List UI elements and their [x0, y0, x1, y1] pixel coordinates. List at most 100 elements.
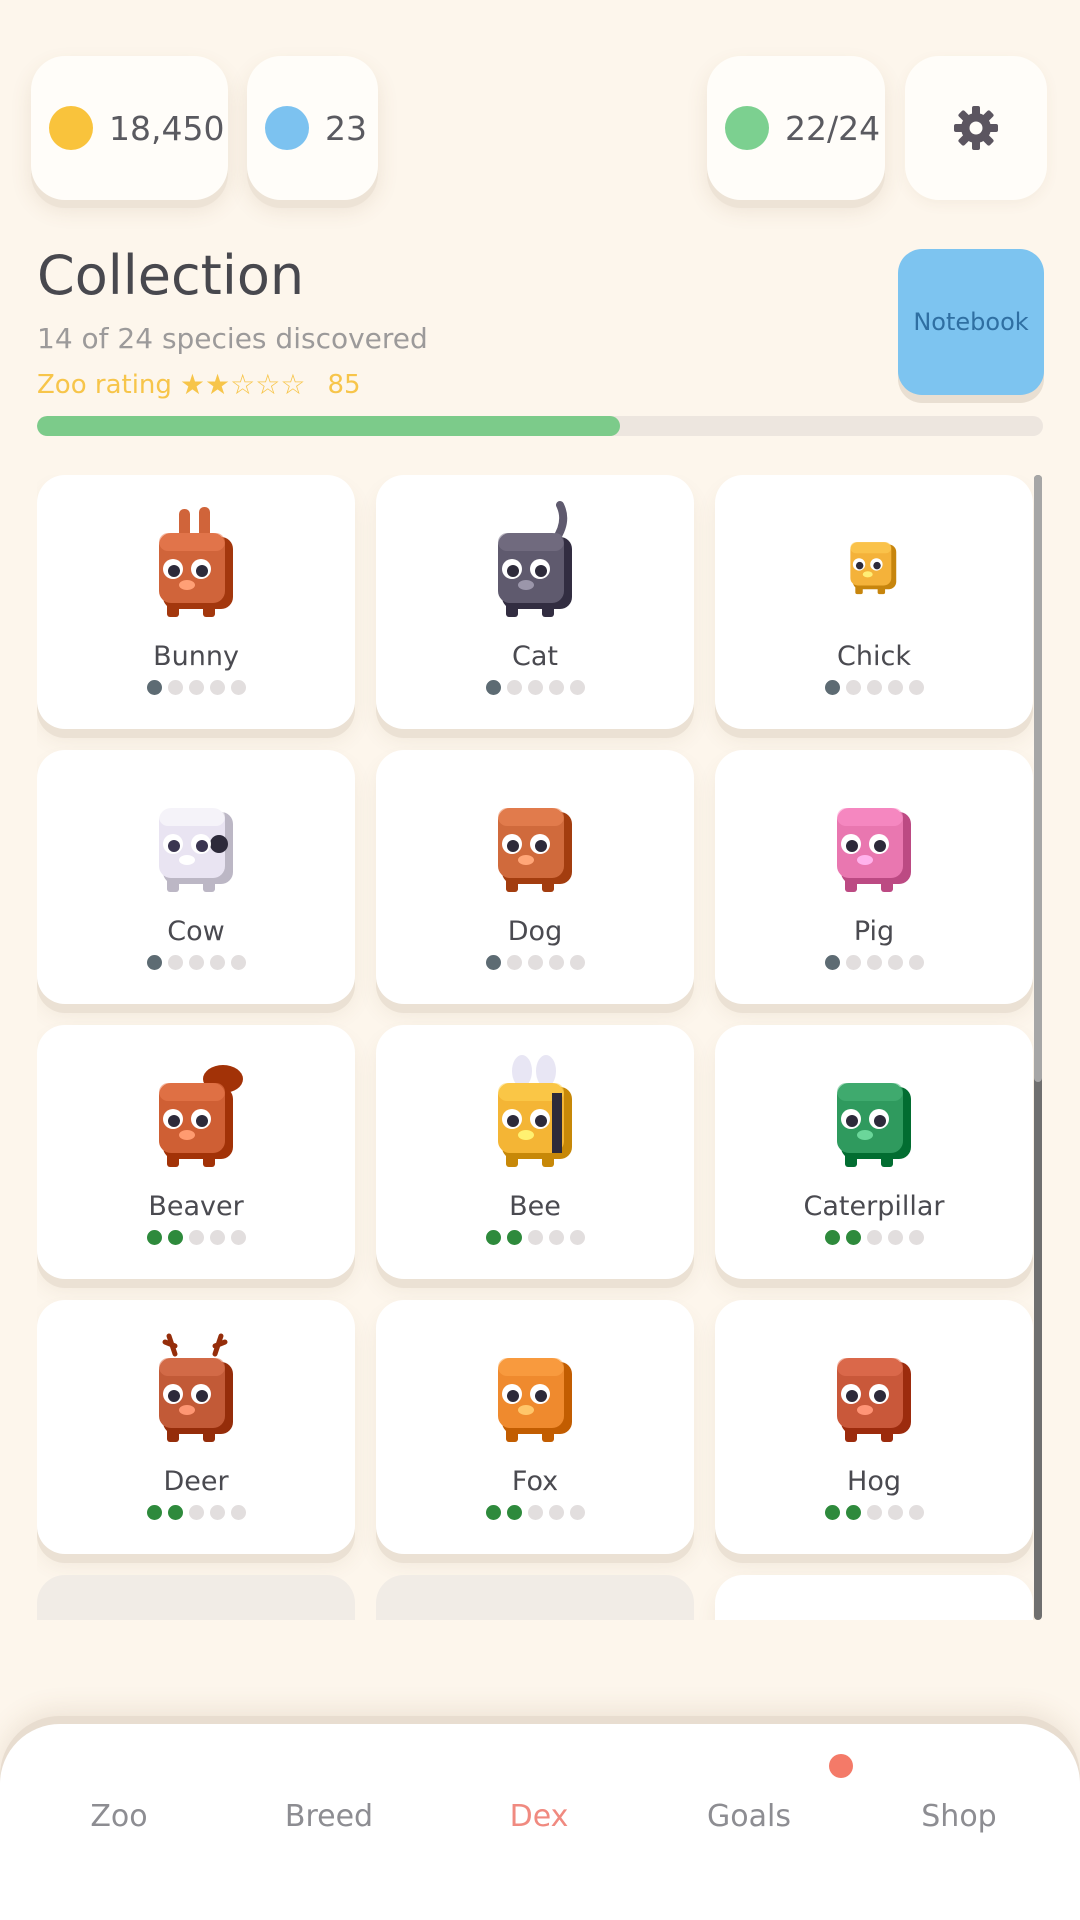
dog-icon	[498, 808, 572, 892]
level-dot	[527, 1505, 543, 1520]
level-dot	[230, 1505, 246, 1520]
level-dot	[569, 1505, 585, 1520]
animal-card[interactable]: Hog	[715, 1300, 1033, 1554]
bunny-icon	[159, 507, 233, 617]
grid-scrollbar-thumb[interactable]	[1034, 475, 1042, 1082]
population-value: 22/24	[785, 108, 881, 148]
animal-name: Beaver	[148, 1191, 244, 1222]
animal-name: Fox	[511, 1466, 559, 1497]
animal-card[interactable]: Cat	[376, 475, 694, 729]
gem-icon	[265, 106, 309, 150]
level-dot	[824, 1505, 840, 1520]
level-dot	[845, 1230, 861, 1245]
tab-breed[interactable]: Breed	[249, 1799, 409, 1834]
population-counter[interactable]: 22/24	[707, 56, 885, 200]
level-dot	[548, 680, 564, 695]
animal-card[interactable]: Bunny	[37, 475, 355, 729]
level-dot	[209, 955, 225, 970]
level-dot	[527, 1230, 543, 1245]
level-dot	[908, 680, 924, 695]
level-dot	[230, 1230, 246, 1245]
star-rating-icon: ★★☆☆☆	[179, 368, 306, 401]
coins-counter[interactable]: 18,450	[31, 56, 228, 200]
grid-scrollbar[interactable]	[1034, 475, 1042, 1620]
discovery-count: 14 of 24 species discovered	[37, 322, 428, 355]
settings-button[interactable]	[905, 56, 1047, 200]
level-dot	[548, 955, 564, 970]
level-dot	[167, 1230, 183, 1245]
level-dot	[824, 680, 840, 695]
level-dots	[485, 1505, 585, 1520]
level-dots	[824, 1230, 924, 1245]
locked-animal-card[interactable]	[376, 1575, 694, 1620]
animal-card[interactable]: Deer	[37, 1300, 355, 1554]
level-dot	[146, 680, 162, 695]
level-dot	[569, 955, 585, 970]
animal-name: Bee	[509, 1191, 561, 1222]
animal-name: Dog	[507, 916, 563, 947]
level-dot	[230, 955, 246, 970]
coin-icon	[49, 106, 93, 150]
level-dot	[569, 1230, 585, 1245]
level-dot	[485, 680, 501, 695]
tab-shop[interactable]: Shop	[879, 1799, 1039, 1834]
level-dot	[845, 1505, 861, 1520]
animal-name: Cow	[167, 916, 225, 947]
level-dot	[866, 1505, 882, 1520]
level-dot	[146, 955, 162, 970]
animal-card[interactable]: Pig	[715, 750, 1033, 1004]
level-dot	[485, 955, 501, 970]
locked-animal-card[interactable]	[37, 1575, 355, 1620]
tab-dex[interactable]: Dex	[459, 1799, 619, 1834]
level-dots	[824, 1505, 924, 1520]
animal-card[interactable]: Cow	[37, 750, 355, 1004]
level-dot	[845, 680, 861, 695]
deer-icon	[159, 1333, 233, 1442]
pig-icon	[837, 808, 911, 892]
level-dot	[209, 1230, 225, 1245]
level-dot	[887, 680, 903, 695]
animal-name: Chick	[837, 641, 911, 672]
level-dot	[485, 1230, 501, 1245]
zoo-rating: Zoo rating ★★☆☆☆ 85	[37, 368, 361, 401]
locked-animal-card[interactable]	[715, 1575, 1033, 1620]
level-dot	[485, 1505, 501, 1520]
level-dot	[824, 955, 840, 970]
level-dot	[887, 1505, 903, 1520]
tab-goals[interactable]: Goals	[669, 1799, 829, 1834]
level-dot	[866, 680, 882, 695]
tab-zoo[interactable]: Zoo	[39, 1799, 199, 1834]
zoo-rating-value: 85	[327, 369, 361, 400]
notebook-button[interactable]: Notebook	[898, 249, 1044, 395]
level-dot	[506, 1230, 522, 1245]
level-dot	[866, 1230, 882, 1245]
level-dot	[506, 680, 522, 695]
animal-card[interactable]: Dog	[376, 750, 694, 1004]
level-dots	[485, 955, 585, 970]
level-dot	[209, 1505, 225, 1520]
level-dot	[146, 1230, 162, 1245]
animal-card[interactable]: Beaver	[37, 1025, 355, 1279]
level-dot	[506, 1505, 522, 1520]
level-dots	[146, 1230, 246, 1245]
animal-card[interactable]: Chick	[715, 475, 1033, 729]
chick-icon	[850, 542, 897, 595]
collection-grid[interactable]: Bunny Cat Chick Cow Dog Pig Beaver Bee C…	[37, 475, 1040, 1620]
notification-badge	[829, 1754, 853, 1778]
animal-card[interactable]: Fox	[376, 1300, 694, 1554]
animal-card[interactable]: Bee	[376, 1025, 694, 1279]
level-dot	[908, 1230, 924, 1245]
level-dot	[866, 955, 882, 970]
gems-counter[interactable]: 23	[247, 56, 378, 200]
level-dot	[188, 1505, 204, 1520]
discovery-progress-bar	[37, 416, 1043, 436]
level-dot	[548, 1230, 564, 1245]
level-dot	[506, 955, 522, 970]
level-dot	[908, 955, 924, 970]
level-dot	[167, 1505, 183, 1520]
hog-icon	[837, 1358, 911, 1442]
level-dot	[824, 1230, 840, 1245]
page-title: Collection	[37, 244, 305, 307]
animal-card[interactable]: Caterpillar	[715, 1025, 1033, 1279]
cow-icon	[159, 808, 233, 892]
